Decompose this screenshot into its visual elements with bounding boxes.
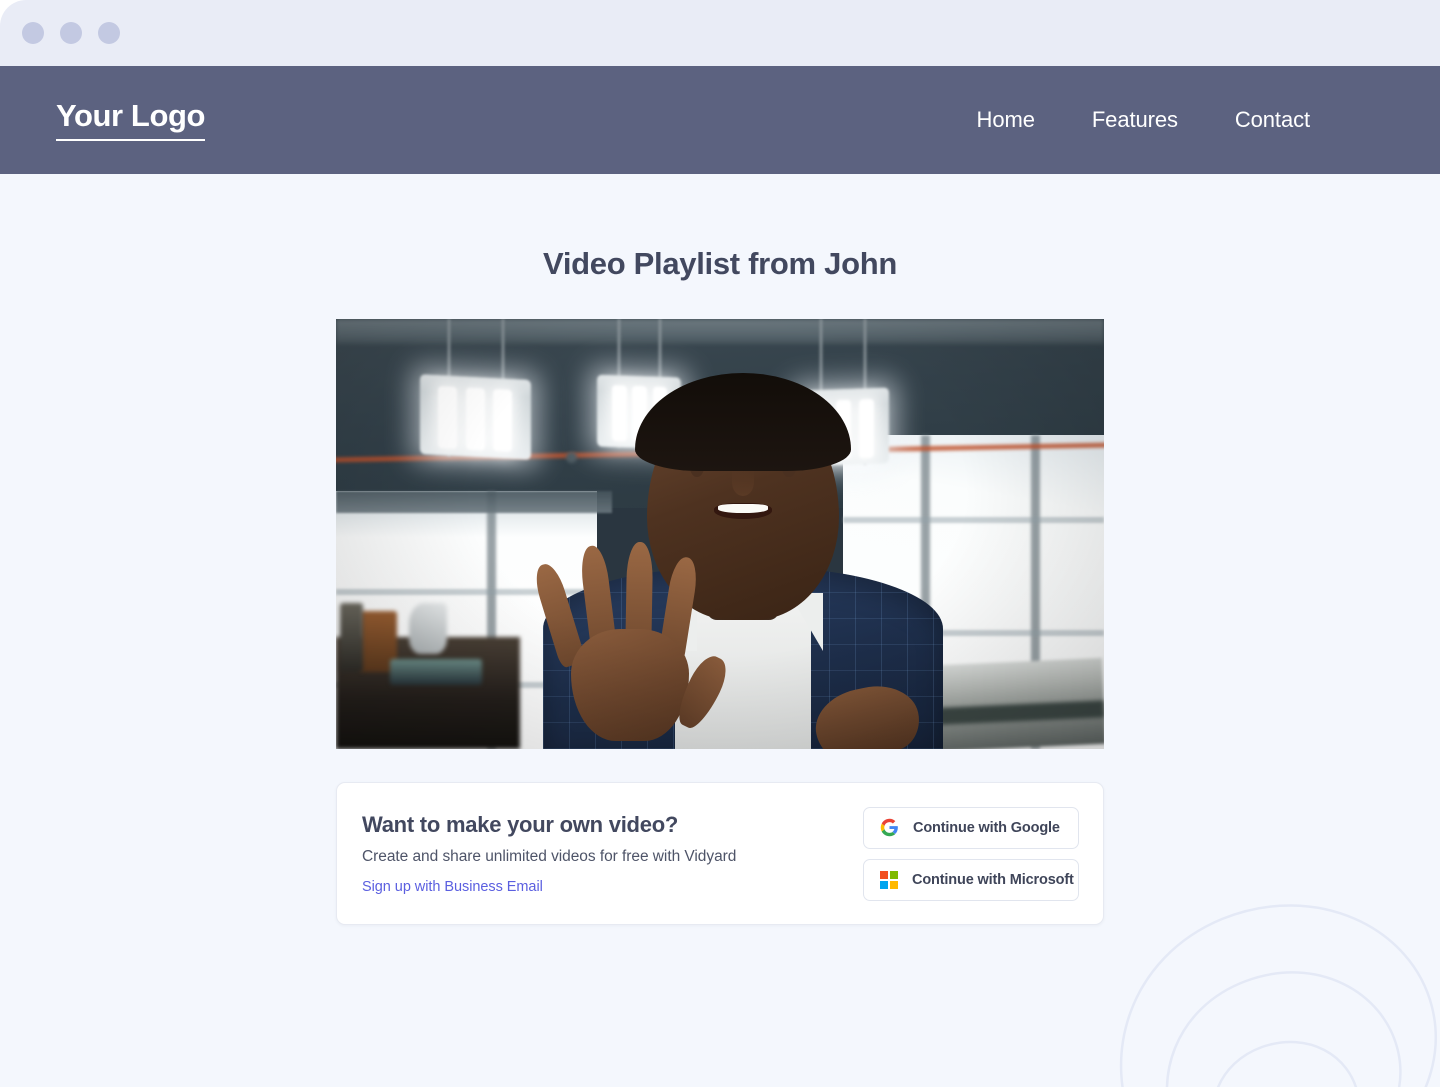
traffic-lights xyxy=(22,22,120,44)
site-logo[interactable]: Your Logo xyxy=(56,99,205,141)
video-player-thumbnail[interactable] xyxy=(336,319,1104,749)
mouth xyxy=(714,503,772,519)
pendant-light-left xyxy=(420,319,531,457)
minimize-dot[interactable] xyxy=(60,22,82,44)
maximize-dot[interactable] xyxy=(98,22,120,44)
browser-chrome xyxy=(0,0,1440,66)
microsoft-button-label: Continue with Microsoft xyxy=(912,872,1074,888)
nav-link-features[interactable]: Features xyxy=(1092,107,1178,133)
microsoft-icon xyxy=(880,871,898,889)
decorative-blob-icon xyxy=(1050,807,1440,1087)
site-header: Your Logo Home Features Contact xyxy=(0,66,1440,174)
page-body: Video Playlist from John xyxy=(0,174,1440,1087)
video-scene-image xyxy=(336,319,1104,749)
desk-tray xyxy=(390,659,482,685)
cta-heading: Want to make your own video? xyxy=(362,812,736,838)
person-in-video xyxy=(543,371,942,749)
continue-with-microsoft-button[interactable]: Continue with Microsoft xyxy=(863,859,1079,901)
cta-text-block: Want to make your own video? Create and … xyxy=(362,812,736,895)
main-navigation: Home Features Contact xyxy=(977,107,1310,133)
hair xyxy=(635,373,851,471)
waving-hand xyxy=(551,560,711,742)
cta-subtext: Create and share unlimited videos for fr… xyxy=(362,848,736,866)
oauth-button-group: Continue with Google Continue with Micro… xyxy=(863,807,1079,901)
nav-link-home[interactable]: Home xyxy=(977,107,1035,133)
desk-bottle xyxy=(340,603,363,672)
page-title: Video Playlist from John xyxy=(0,246,1440,282)
google-icon xyxy=(880,818,899,837)
close-dot[interactable] xyxy=(22,22,44,44)
continue-with-google-button[interactable]: Continue with Google xyxy=(863,807,1079,849)
desk-lamp xyxy=(409,603,447,655)
google-button-label: Continue with Google xyxy=(913,820,1060,836)
app-window: Your Logo Home Features Contact Video Pl… xyxy=(0,0,1440,1087)
nav-link-contact[interactable]: Contact xyxy=(1235,107,1310,133)
signup-business-email-link[interactable]: Sign up with Business Email xyxy=(362,879,736,895)
signup-cta-card: Want to make your own video? Create and … xyxy=(336,782,1104,925)
nose xyxy=(732,468,753,496)
